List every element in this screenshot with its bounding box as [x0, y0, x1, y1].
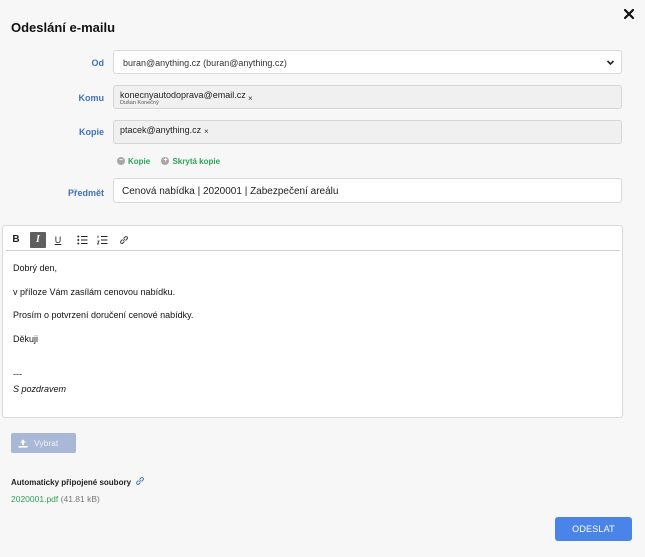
recipient-email: konecnyautodoprava@email.cz — [120, 90, 246, 100]
body-line: --- — [13, 369, 22, 379]
subject-label: Předmět — [67, 188, 104, 198]
cc-tag: ptacek@anything.cz — [120, 126, 201, 135]
auto-attached-label: Automaticky připojené soubory — [11, 476, 145, 487]
send-button[interactable]: ODESLAT — [555, 517, 632, 541]
message-editor[interactable]: B I U Dobrý den, v příloze Vám zasílám c… — [2, 225, 623, 418]
underline-button[interactable]: U — [50, 232, 66, 248]
bullet-list-icon — [77, 235, 88, 245]
bold-button[interactable]: B — [8, 232, 24, 248]
numbered-list-icon — [97, 235, 108, 245]
email-dialog: Odeslání e-mailu Od buran@anything.cz (b… — [0, 0, 645, 557]
signature-line: S pozdravem — [13, 384, 67, 394]
subject-value: Cenová nabídka | 2020001 | Zabezpečení a… — [122, 186, 339, 197]
subject-input[interactable]: Cenová nabídka | 2020001 | Zabezpečení a… — [113, 178, 622, 203]
to-input[interactable]: konecnyautodoprava@email.cz Dušan Konečn… — [113, 85, 622, 109]
body-line: Dobrý den, — [13, 263, 58, 273]
bullet-list-button[interactable] — [74, 232, 90, 248]
cc-links: − Kopie + Skrytá kopie — [117, 155, 220, 166]
attached-file: 2020001.pdf (41.81 kB) — [11, 494, 100, 504]
close-icon[interactable] — [622, 6, 636, 22]
recipient-name: Dušan Konečný — [120, 100, 159, 106]
choose-file-button[interactable]: Vybrat — [11, 433, 76, 453]
link-icon — [136, 477, 145, 485]
link-icon — [120, 236, 128, 244]
remove-recipient-icon[interactable]: × — [248, 94, 253, 103]
recipient-tag: konecnyautodoprava@email.cz Dušan Konečn… — [120, 91, 246, 107]
attached-file-size: (41.81 kB) — [60, 494, 100, 504]
plus-circle-icon: + — [161, 157, 170, 165]
from-select[interactable]: buran@anything.cz (buran@anything.cz) — [113, 50, 622, 74]
dialog-title: Odeslání e-mailu — [11, 20, 116, 35]
add-bcc-link[interactable]: + Skrytá kopie — [161, 157, 220, 166]
from-label: Od — [91, 58, 105, 68]
remove-cc-link[interactable]: − Kopie — [117, 157, 150, 166]
minus-circle-icon: − — [117, 157, 125, 165]
numbered-list-button[interactable] — [94, 232, 110, 248]
attached-file-link[interactable]: 2020001.pdf — [11, 494, 58, 504]
link-button[interactable] — [116, 232, 132, 248]
upload-icon — [18, 439, 28, 448]
to-label: Komu — [78, 93, 105, 103]
editor-toolbar: B I U — [6, 229, 620, 251]
body-line: Prosím o potvrzení doručení cenové nabíd… — [13, 310, 194, 320]
cc-input[interactable]: ptacek@anything.cz × — [113, 120, 622, 144]
body-line: v příloze Vám zasílám cenovou nabídku. — [13, 287, 176, 297]
italic-button[interactable]: I — [30, 232, 46, 248]
from-value: buran@anything.cz (buran@anything.cz) — [123, 58, 287, 68]
chevron-down-icon — [606, 58, 615, 67]
cc-email: ptacek@anything.cz — [120, 125, 202, 135]
remove-cc-icon[interactable]: × — [204, 127, 209, 136]
cc-label: Kopie — [78, 127, 104, 137]
body-line: Děkuji — [13, 334, 39, 344]
